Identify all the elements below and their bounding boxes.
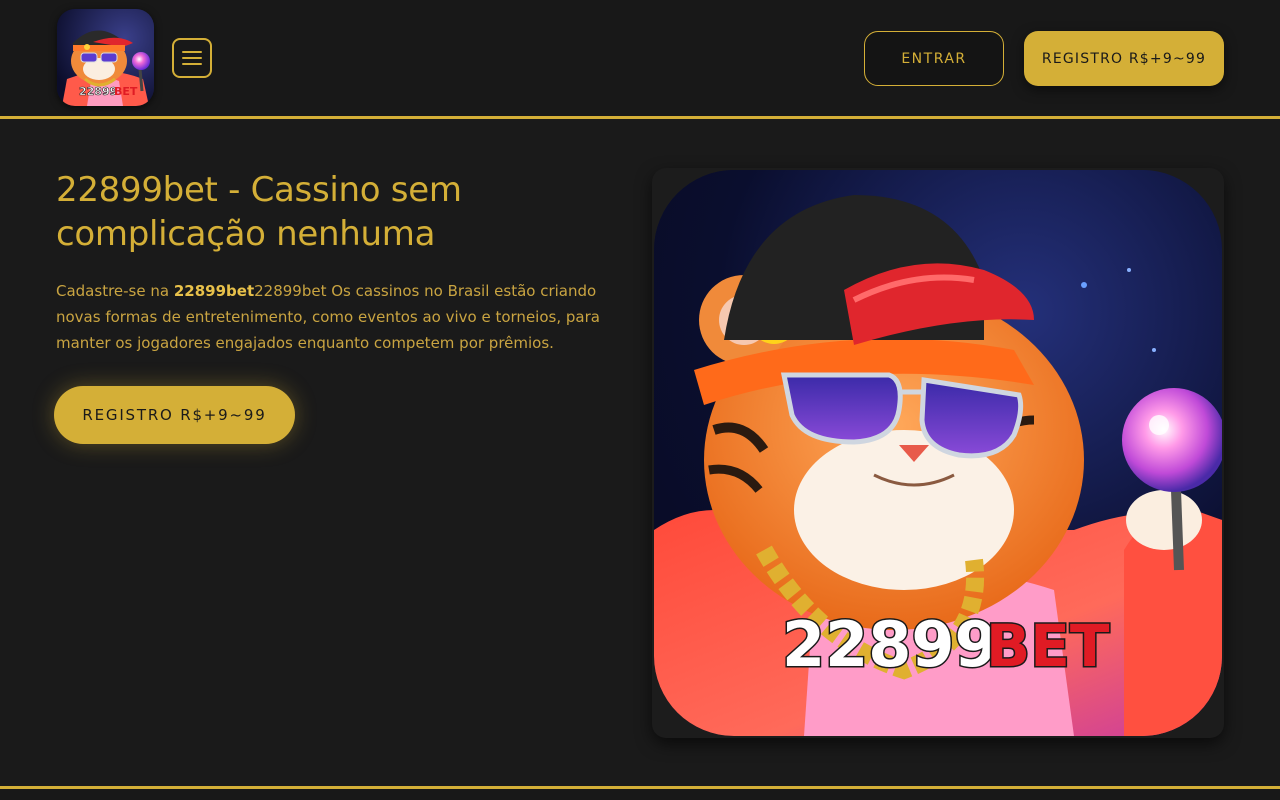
hamburger-menu-icon bbox=[182, 51, 202, 53]
hamburger-menu-button[interactable] bbox=[172, 38, 212, 78]
hero-image-number-text: 22899 bbox=[782, 608, 998, 681]
login-button[interactable]: ENTRAR bbox=[864, 31, 1004, 86]
logo-number-text: 22899 bbox=[79, 85, 117, 98]
site-header: 22899 BET ENTRAR REGISTRO R$+9~99 bbox=[0, 0, 1280, 116]
hero-title: 22899bet - Cassino sem complicação nenhu… bbox=[56, 170, 462, 254]
site-logo[interactable]: 22899 BET bbox=[57, 9, 154, 106]
hero-mascot-image: 22899 BET bbox=[654, 170, 1222, 736]
register-button-hero[interactable]: REGISTRO R$+9~99 bbox=[54, 386, 295, 444]
site-footer bbox=[0, 789, 1280, 800]
tiger-mascot-hero-icon: 22899 BET bbox=[654, 170, 1222, 736]
register-button-header[interactable]: REGISTRO R$+9~99 bbox=[1024, 31, 1224, 86]
header-divider bbox=[0, 116, 1280, 119]
logo-brand-text: BET bbox=[114, 85, 138, 98]
hero-image-brand-text: BET bbox=[986, 612, 1110, 680]
hero-description-prefix: Cadastre-se na bbox=[56, 282, 174, 300]
hero-description: Cadastre-se na 22899bet22899bet Os cassi… bbox=[56, 278, 616, 356]
hero-description-brand-bold: 22899bet bbox=[173, 282, 255, 300]
tiger-mascot-logo-icon: 22899 BET bbox=[57, 9, 154, 106]
hero-image-card: 22899 BET bbox=[652, 168, 1224, 738]
